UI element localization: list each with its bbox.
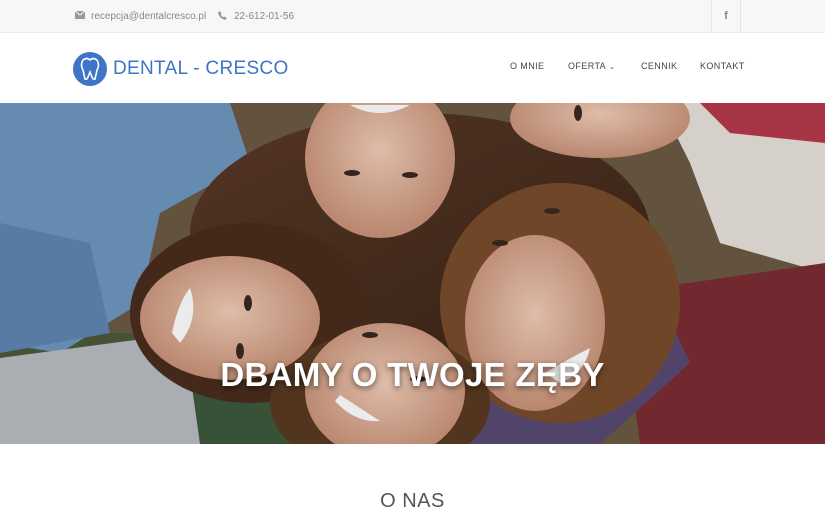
site-header: DENTAL - CRESCO O MNIE OFERTA ⌄ CENNIK KO… xyxy=(0,33,825,103)
tooth-icon xyxy=(73,52,107,86)
nav-cennik[interactable]: CENNIK xyxy=(641,61,677,71)
hero-title: DBAMY O TWOJE ZĘBY xyxy=(220,356,605,393)
phone-text[interactable]: 22-612-01-56 xyxy=(234,11,294,22)
email-text[interactable]: recepcja@dentalcresco.pl xyxy=(91,11,206,22)
top-bar: recepcja@dentalcresco.pl 22-612-01-56 f xyxy=(0,0,825,33)
facebook-link[interactable]: f xyxy=(711,0,741,32)
logo-text: DENTAL - CRESCO xyxy=(113,58,289,79)
phone-contact[interactable]: 22-612-01-56 xyxy=(218,0,294,32)
nav-oferta-label: OFERTA xyxy=(568,61,607,71)
nav-o-mnie[interactable]: O MNIE xyxy=(510,61,544,71)
hero-slider[interactable]: DBAMY O TWOJE ZĘBY xyxy=(0,103,825,444)
nav-kontakt[interactable]: KONTAKT xyxy=(700,61,745,71)
logo-link[interactable]: DENTAL - CRESCO xyxy=(73,52,289,86)
nav-oferta[interactable]: OFERTA ⌄ xyxy=(568,61,615,71)
envelope-icon xyxy=(74,10,86,21)
chevron-down-icon: ⌄ xyxy=(609,64,616,71)
facebook-icon: f xyxy=(724,10,728,22)
email-contact[interactable]: recepcja@dentalcresco.pl xyxy=(74,0,206,32)
phone-icon xyxy=(218,11,228,21)
